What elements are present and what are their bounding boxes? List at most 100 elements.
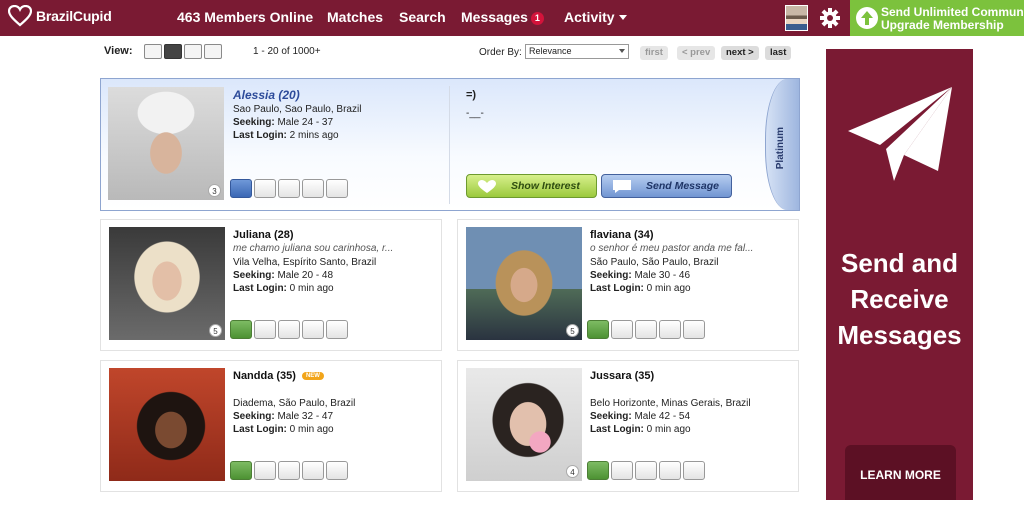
checkbox-icon[interactable] (302, 320, 324, 339)
seeking-label: Seeking: (590, 270, 632, 281)
status-message: =) (466, 89, 477, 101)
upgrade-membership-button[interactable]: Send Unlimited Communication Upgrade Mem… (850, 0, 1024, 36)
mobile-icon[interactable] (326, 179, 348, 198)
send-messages-ad[interactable]: Send and Receive Messages LEARN MORE (826, 49, 973, 500)
nav-activity[interactable]: Activity (564, 9, 627, 25)
pager-prev[interactable]: < prev (677, 46, 716, 60)
nav-activity-label: Activity (564, 9, 615, 25)
mobile-icon[interactable] (326, 461, 348, 480)
show-interest-button[interactable]: Show Interest (466, 174, 597, 198)
login-label: Last Login: (233, 283, 287, 294)
chat-bubble-icon[interactable] (254, 179, 276, 198)
send-message-button[interactable]: Send Message (601, 174, 732, 198)
pager-last[interactable]: last (765, 46, 792, 60)
heart-icon[interactable] (278, 320, 300, 339)
nav-matches[interactable]: Matches (327, 9, 383, 25)
order-by-select[interactable]: Relevance (525, 44, 629, 59)
chat-bubble-icon[interactable] (254, 320, 276, 339)
heart-icon[interactable] (635, 320, 657, 339)
arrow-up-icon (856, 7, 878, 29)
logo-text: BrazilCupid (36, 8, 112, 24)
grid-view-icon[interactable] (164, 44, 182, 59)
profile-last-login: Last Login: 0 min ago (233, 283, 334, 294)
profile-tagline: o senhor é meu pastor anda me fal... (590, 243, 754, 254)
heart-icon[interactable] (635, 461, 657, 480)
profile-name[interactable]: Alessia (20) (233, 88, 300, 102)
profile-name[interactable]: Jussara (35) (590, 370, 654, 382)
view-label: View: (104, 45, 133, 57)
send-message-label: Send Message (646, 180, 719, 192)
login-label: Last Login: (233, 130, 287, 141)
profile-photo[interactable]: 5 (109, 227, 225, 340)
view-profile-icon[interactable] (587, 320, 609, 339)
profile-name[interactable]: Juliana (28) (233, 229, 294, 241)
profile-photo[interactable] (109, 368, 225, 481)
pager-first[interactable]: first (640, 46, 668, 60)
seeking-label: Seeking: (590, 411, 632, 422)
pager-next[interactable]: next > (721, 46, 759, 60)
photo-view-icon[interactable] (204, 44, 222, 59)
top-nav-bar: BrazilCupid 463 Members Online Matches S… (0, 0, 1024, 36)
profile-last-login: Last Login: 0 min ago (590, 283, 691, 294)
site-logo[interactable]: BrazilCupid (8, 5, 112, 27)
profile-seeking: Seeking: Male 20 - 48 (233, 270, 333, 281)
view-profile-icon[interactable] (587, 461, 609, 480)
login-value: 0 min ago (289, 424, 334, 435)
login-label: Last Login: (590, 283, 644, 294)
profile-photo[interactable]: 3 (108, 87, 224, 200)
list-view-icon[interactable] (144, 44, 162, 59)
seeking-value: Male 30 - 46 (634, 270, 691, 281)
photo-count-badge: 3 (208, 184, 221, 197)
profile-actions (587, 320, 705, 339)
seeking-label: Seeking: (233, 270, 275, 281)
order-by-value: Relevance (529, 46, 572, 56)
ad-title: Send and Receive Messages (837, 248, 962, 350)
profile-seeking: Seeking: Male 24 - 37 (233, 117, 333, 128)
members-online-link[interactable]: 463 Members Online (177, 9, 313, 25)
heart-icon[interactable] (278, 461, 300, 480)
user-avatar[interactable] (785, 5, 808, 31)
checkbox-icon[interactable] (302, 461, 324, 480)
mobile-icon[interactable] (326, 320, 348, 339)
profile-last-login: Last Login: 2 mins ago (233, 130, 339, 141)
row-view-icon[interactable] (184, 44, 202, 59)
nav-messages-label: Messages (461, 9, 528, 25)
chat-bubble-icon[interactable] (611, 461, 633, 480)
mobile-icon[interactable] (683, 461, 705, 480)
chat-bubble-icon[interactable] (254, 461, 276, 480)
checkbox-icon[interactable] (659, 320, 681, 339)
profile-last-login: Last Login: 0 min ago (233, 424, 334, 435)
profile-photo[interactable]: 4 (466, 368, 582, 481)
profile-name[interactable]: Nandda (35) NEW (233, 370, 324, 382)
profile-name[interactable]: flaviana (34) (590, 229, 654, 241)
chevron-down-icon (619, 49, 625, 53)
profile-location: Diadema, São Paulo, Brazil (233, 398, 356, 409)
heart-icon (478, 180, 496, 193)
photo-count-badge: 5 (209, 324, 222, 337)
chat-bubble-icon[interactable] (611, 320, 633, 339)
status-sub: -__- (466, 108, 484, 119)
photo-count-badge: 5 (566, 324, 579, 337)
gear-icon[interactable] (819, 7, 841, 29)
photo-count-badge: 4 (566, 465, 579, 478)
heart-icon[interactable] (278, 179, 300, 198)
profile-actions (230, 179, 348, 198)
learn-more-button[interactable]: LEARN MORE (845, 445, 956, 500)
login-value: 0 min ago (646, 283, 691, 294)
login-label: Last Login: (590, 424, 644, 435)
profile-photo[interactable]: 5 (466, 227, 582, 340)
view-profile-icon[interactable] (230, 179, 252, 198)
profile-tagline: me chamo juliana sou carinhosa, r... (233, 243, 394, 254)
seeking-value: Male 24 - 37 (277, 117, 334, 128)
seeking-label: Seeking: (233, 411, 275, 422)
view-profile-icon[interactable] (230, 461, 252, 480)
results-count: 1 - 20 of 1000+ (253, 46, 321, 57)
profile-location: Sao Paulo, Sao Paulo, Brazil (233, 104, 362, 115)
nav-search[interactable]: Search (399, 9, 446, 25)
mobile-icon[interactable] (683, 320, 705, 339)
nav-messages[interactable]: Messages 1 (461, 9, 544, 25)
profile-actions (230, 320, 348, 339)
view-profile-icon[interactable] (230, 320, 252, 339)
checkbox-icon[interactable] (659, 461, 681, 480)
checkbox-icon[interactable] (302, 179, 324, 198)
